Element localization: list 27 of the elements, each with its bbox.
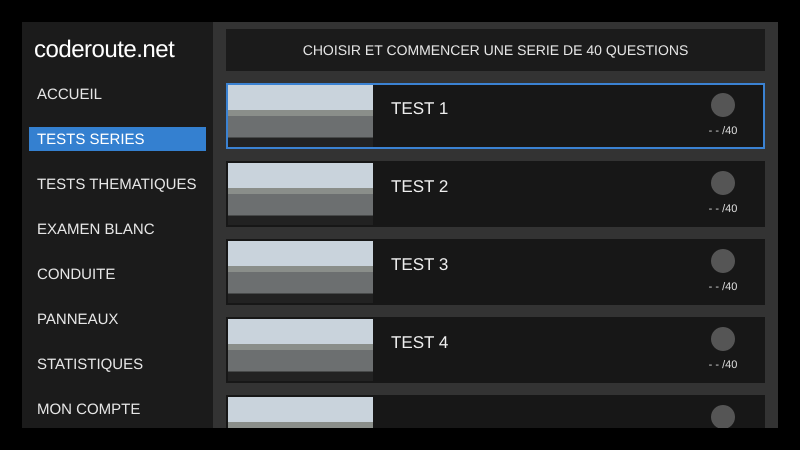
menu-item[interactable]: EXAMEN BLANC (29, 217, 206, 241)
status-dot-icon (711, 93, 735, 117)
menu-item[interactable]: MON COMPTE (29, 397, 206, 421)
test-score: - - /40 (708, 203, 738, 215)
logo: coderoute.net (33, 35, 176, 64)
menu-item[interactable]: STATISTIQUES (29, 352, 206, 376)
menu-item[interactable]: CONDUITE (29, 262, 206, 286)
test-title: TEST 1 (391, 99, 450, 120)
page-header: CHOISIR ET COMMENCER UNE SERIE DE 40 QUESTIONS (226, 29, 765, 71)
test-title: TEST 4 (391, 333, 450, 354)
status-dot-icon (711, 249, 735, 273)
menu-item[interactable]: PANNEAUX (29, 307, 206, 331)
test-score: - - /40 (708, 125, 738, 137)
menu-item[interactable]: ACCUEIL (29, 82, 206, 106)
status-dot-icon (711, 405, 735, 428)
status-dot-icon (711, 327, 735, 351)
test-card[interactable]: TEST 1 - - /40 (226, 83, 765, 149)
test-title: TEST 3 (391, 255, 450, 276)
test-card[interactable]: TEST 4 - - /40 (226, 317, 765, 383)
menu-item[interactable]: TESTS THEMATIQUES (29, 172, 206, 196)
test-title: TEST 2 (391, 177, 450, 198)
status-dot-icon (711, 171, 735, 195)
test-card[interactable]: TEST 3 - - /40 (226, 239, 765, 305)
test-card[interactable]: TEST 2 - - /40 (226, 161, 765, 227)
menu-item[interactable]: TESTS SERIES (29, 127, 206, 151)
test-score: - - /40 (708, 281, 738, 293)
test-score: - - /40 (708, 359, 738, 371)
